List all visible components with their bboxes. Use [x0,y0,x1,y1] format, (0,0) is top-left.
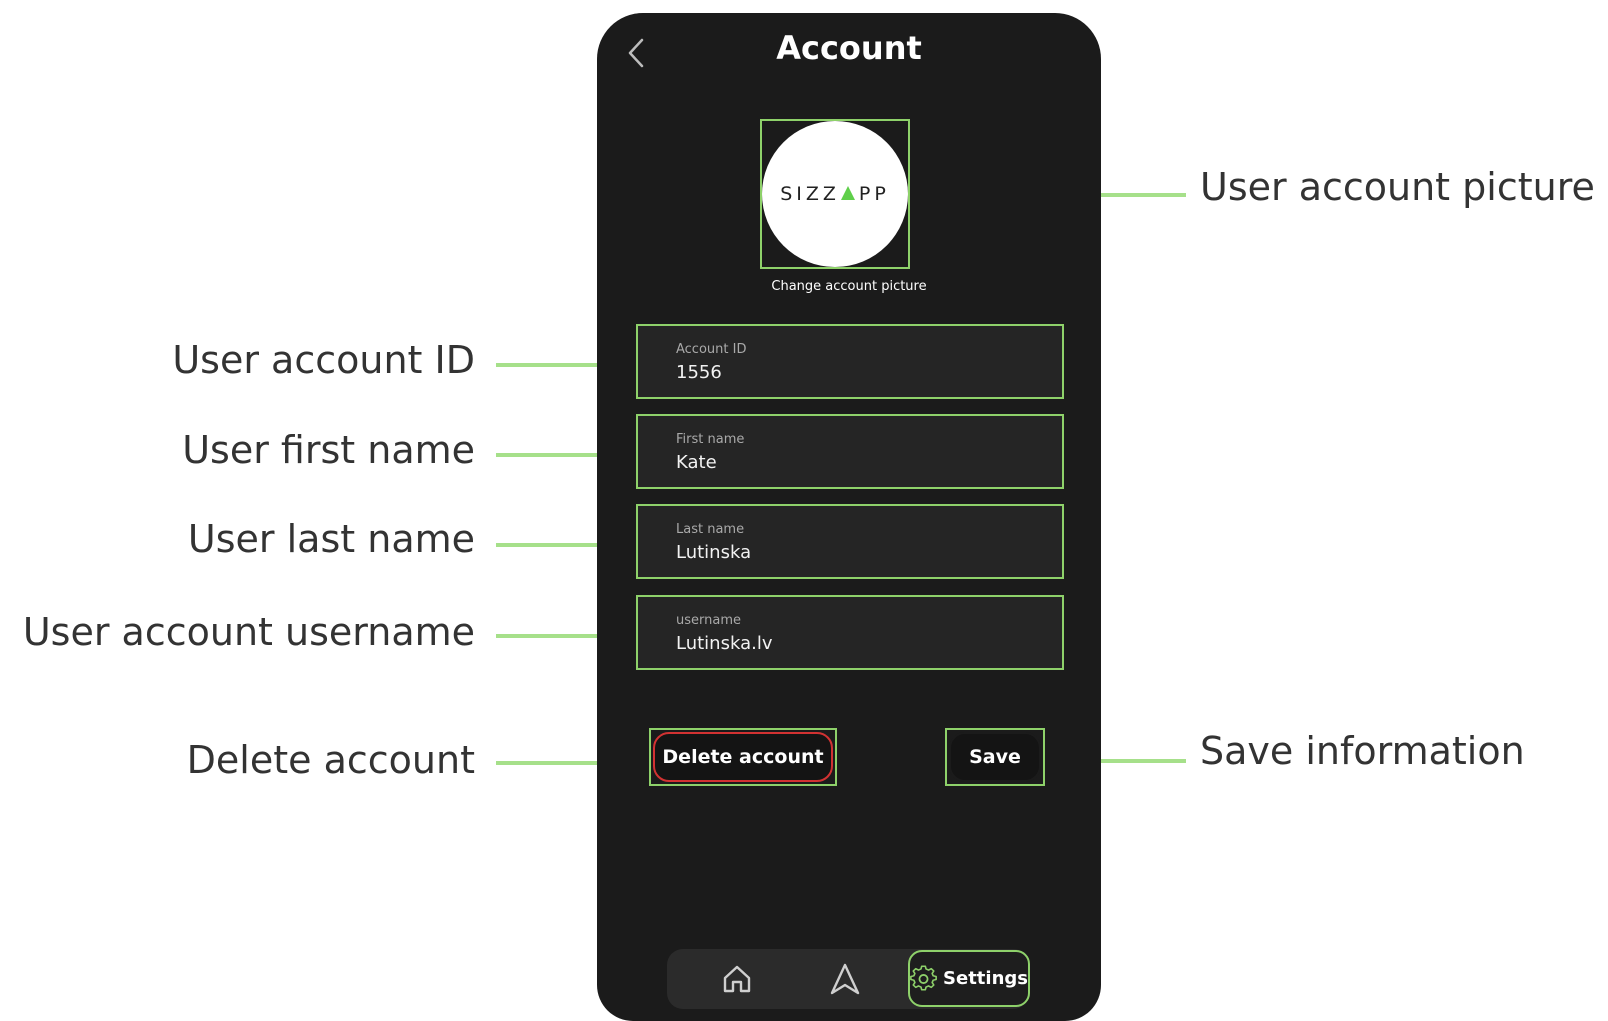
annotation-user-last-name: User last name [187,517,475,561]
first-name-field[interactable]: First name [636,414,1064,489]
username-field[interactable]: username [636,595,1064,670]
account-id-label: Account ID [676,342,747,357]
nav-item-home[interactable] [707,949,767,1009]
sizzapp-logo: SIZZ PP [780,183,890,205]
username-input[interactable] [676,633,1036,654]
change-account-picture-link[interactable]: Change account picture [597,279,1101,294]
first-name-input[interactable] [676,452,1036,473]
annotation-user-account-id: User account ID [172,338,475,382]
last-name-input[interactable] [676,542,1036,563]
save-button-frame: Save [945,728,1045,786]
logo-text-left: SIZZ [780,183,840,205]
username-label: username [676,613,741,628]
nav-item-settings[interactable]: Settings [908,950,1030,1007]
annotation-save-information: Save information [1200,729,1525,773]
home-icon [723,965,751,993]
gear-icon [910,964,937,991]
annotation-user-first-name: User first name [182,428,475,472]
page-title: Account [776,29,922,67]
bottom-nav: Settings [667,949,1030,1009]
annotation-user-account-picture: User account picture [1200,165,1595,209]
nav-item-navigation[interactable] [815,949,875,1009]
account-id-field[interactable]: Account ID [636,324,1064,399]
logo-text-right: PP [858,183,890,205]
phone-screen: Account SIZZ PP Change account picture A… [597,13,1101,1021]
annotation-user-account-username: User account username [22,610,475,654]
delete-account-button[interactable]: Delete account [653,732,833,782]
account-id-input[interactable] [676,362,1036,383]
account-picture[interactable]: SIZZ PP [760,119,910,269]
delete-button-frame: Delete account [649,728,837,786]
first-name-label: First name [676,432,745,447]
logo-arrow-icon [840,186,855,200]
avatar: SIZZ PP [762,121,908,267]
annotation-delete-account: Delete account [186,738,475,782]
nav-settings-label: Settings [943,968,1028,989]
last-name-label: Last name [676,522,745,537]
last-name-field[interactable]: Last name [636,504,1064,579]
save-button[interactable]: Save [949,732,1041,782]
navigation-arrow-icon [830,963,860,995]
